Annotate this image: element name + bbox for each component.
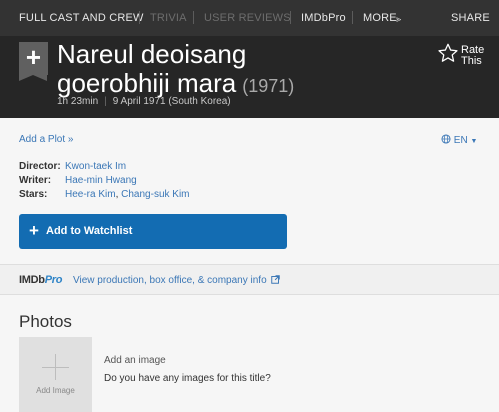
add-image-link[interactable]: Add an image [104,355,166,366]
title-meta: 1h 23min | 9 April 1971 (South Korea) [57,96,231,107]
imdbpro-logo-imdb: IMDb [19,274,45,286]
nav-user-reviews[interactable]: USER REVIEWS [204,12,291,24]
nav-divider [352,11,353,24]
add-image-tile[interactable]: Add Image [19,337,92,412]
globe-icon [441,134,451,144]
photos-heading: Photos [19,312,72,331]
nav-trivia[interactable]: TRIVIA [150,12,187,24]
title-line-1: Nareul deoisang [57,39,247,69]
nav-full-cast[interactable]: FULL CAST AND CREW [19,12,144,24]
star-separator: , [115,189,119,200]
nav-divider [290,11,291,24]
top-nav: FULL CAST AND CREW TRIVIA USER REVIEWS I… [0,0,499,36]
photos-section: Photos Add Image Add an image Do you hav… [0,295,499,412]
title-info: Add a Plot » EN ▼ Director: Kwon-taek Im … [0,118,499,264]
stars-label: Stars: [19,189,48,200]
star-link[interactable]: Chang-suk Kim [121,189,189,200]
title-header: + Nareul deoisang goerobhiji mara (1971) … [0,36,499,118]
plus-icon: + [29,221,39,240]
external-link-icon [271,275,281,284]
add-to-watchlist-ribbon[interactable]: + [19,42,48,81]
caret-down-icon: ▼ [470,138,478,145]
star-outline-icon [438,43,458,62]
imdbpro-link-label: View production, box office, & company i… [73,275,267,286]
stars-row: Stars: Hee-ra Kim, Chang-suk Kim [19,189,190,200]
title-line-2: goerobhiji mara [57,68,237,98]
star-link[interactable]: Hee-ra Kim [65,189,116,200]
add-to-watchlist-button[interactable]: + Add to Watchlist [19,214,287,249]
director-row: Director: Kwon-taek Im [19,161,126,172]
language-selector[interactable]: EN ▼ [441,134,477,146]
rate-line-2: This [461,55,482,67]
nav-share[interactable]: SHARE [451,12,490,24]
release-date[interactable]: 9 April 1971 (South Korea) [113,96,231,107]
watchlist-label: Add to Watchlist [46,225,133,237]
chevron-down-icon[interactable]: ⪢ [396,14,401,25]
director-link[interactable]: Kwon-taek Im [65,161,126,172]
nav-more[interactable]: MORE [363,12,397,24]
language-label: EN [453,135,468,146]
add-plot-link[interactable]: Add a Plot » [19,134,73,145]
nav-imdbpro[interactable]: IMDbPro [301,12,346,24]
add-image-caption: Add Image [36,386,75,395]
rate-this-button[interactable]: Rate This [437,42,487,72]
imdbpro-link[interactable]: View production, box office, & company i… [73,275,281,286]
nav-divider [139,11,140,24]
writer-row: Writer: Hae-min Hwang [19,175,137,186]
rate-label: Rate This [461,45,484,67]
page-title: Nareul deoisang [57,40,246,69]
writer-link[interactable]: Hae-min Hwang [65,175,137,186]
director-label: Director: [19,161,61,172]
nav-divider [193,11,194,24]
writer-label: Writer: [19,175,52,186]
plus-icon-bar [42,367,69,368]
imdbpro-logo: IMDbPro [19,274,62,286]
title-year[interactable]: (1971) [242,76,294,96]
meta-divider: | [104,96,107,107]
imdbpro-logo-pro: Pro [44,274,63,286]
add-image-prompt: Do you have any images for this title? [104,373,271,384]
runtime: 1h 23min [57,96,99,107]
imdbpro-banner[interactable]: IMDbPro View production, box office, & c… [0,264,499,295]
